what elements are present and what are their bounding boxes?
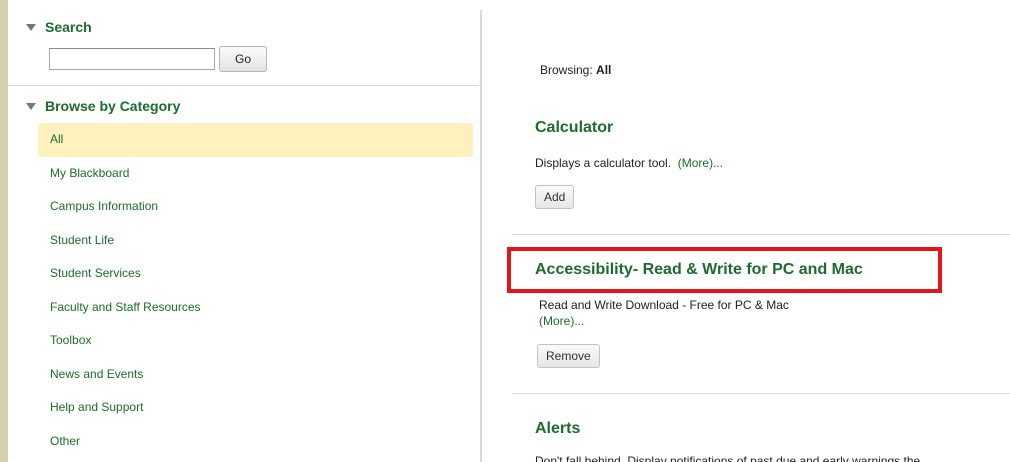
category-item-toolbox[interactable]: Toolbox — [38, 324, 473, 358]
browse-category-header[interactable]: Browse by Category — [26, 98, 180, 114]
search-input[interactable] — [49, 48, 215, 70]
category-item-all[interactable]: All — [38, 123, 473, 157]
tool-description-calculator: Displays a calculator tool. (More)... — [535, 156, 723, 170]
search-section-header[interactable]: Search — [26, 19, 92, 35]
search-section-title: Search — [45, 19, 92, 35]
category-item-other[interactable]: Other — [38, 425, 473, 459]
collapse-triangle-icon — [26, 23, 36, 31]
tool-divider — [512, 234, 1010, 235]
category-item-student-services[interactable]: Student Services — [38, 257, 473, 291]
remove-button-accessibility[interactable]: Remove — [537, 344, 600, 368]
sidebar-divider — [8, 85, 478, 86]
tool-divider — [512, 393, 1010, 394]
collapse-triangle-icon — [26, 102, 36, 110]
more-link-accessibility[interactable]: (More)... — [539, 314, 584, 328]
category-item-my-blackboard[interactable]: My Blackboard — [38, 157, 473, 191]
browse-category-title: Browse by Category — [45, 98, 181, 114]
go-button[interactable]: Go — [219, 46, 267, 72]
tool-description-accessibility: Read and Write Download - Free for PC & … — [539, 298, 789, 312]
browsing-indicator: Browsing: All — [540, 63, 611, 77]
main-content: Browsing: All Calculator Displays a calc… — [482, 0, 1010, 462]
category-item-news-events[interactable]: News and Events — [38, 358, 473, 392]
tool-title-alerts[interactable]: Alerts — [535, 420, 580, 438]
category-item-campus-information[interactable]: Campus Information — [38, 190, 473, 224]
add-button-calculator[interactable]: Add — [535, 185, 575, 209]
category-item-help-support[interactable]: Help and Support — [38, 391, 473, 425]
browsing-label: Browsing: — [540, 63, 593, 77]
tool-title-accessibility[interactable]: Accessibility- Read & Write for PC and M… — [535, 261, 863, 279]
more-link-calculator[interactable]: (More)... — [678, 156, 723, 170]
browsing-value: All — [596, 63, 612, 77]
tool-description-alerts: Don't fall behind. Display notifications… — [535, 454, 921, 462]
tool-description-text: Displays a calculator tool. — [535, 156, 672, 170]
category-item-student-life[interactable]: Student Life — [38, 224, 473, 258]
category-item-faculty-staff-resources[interactable]: Faculty and Staff Resources — [38, 291, 473, 325]
left-edge-strip — [0, 0, 8, 462]
category-list: All My Blackboard Campus Information Stu… — [38, 123, 473, 458]
tool-title-calculator[interactable]: Calculator — [535, 119, 613, 137]
